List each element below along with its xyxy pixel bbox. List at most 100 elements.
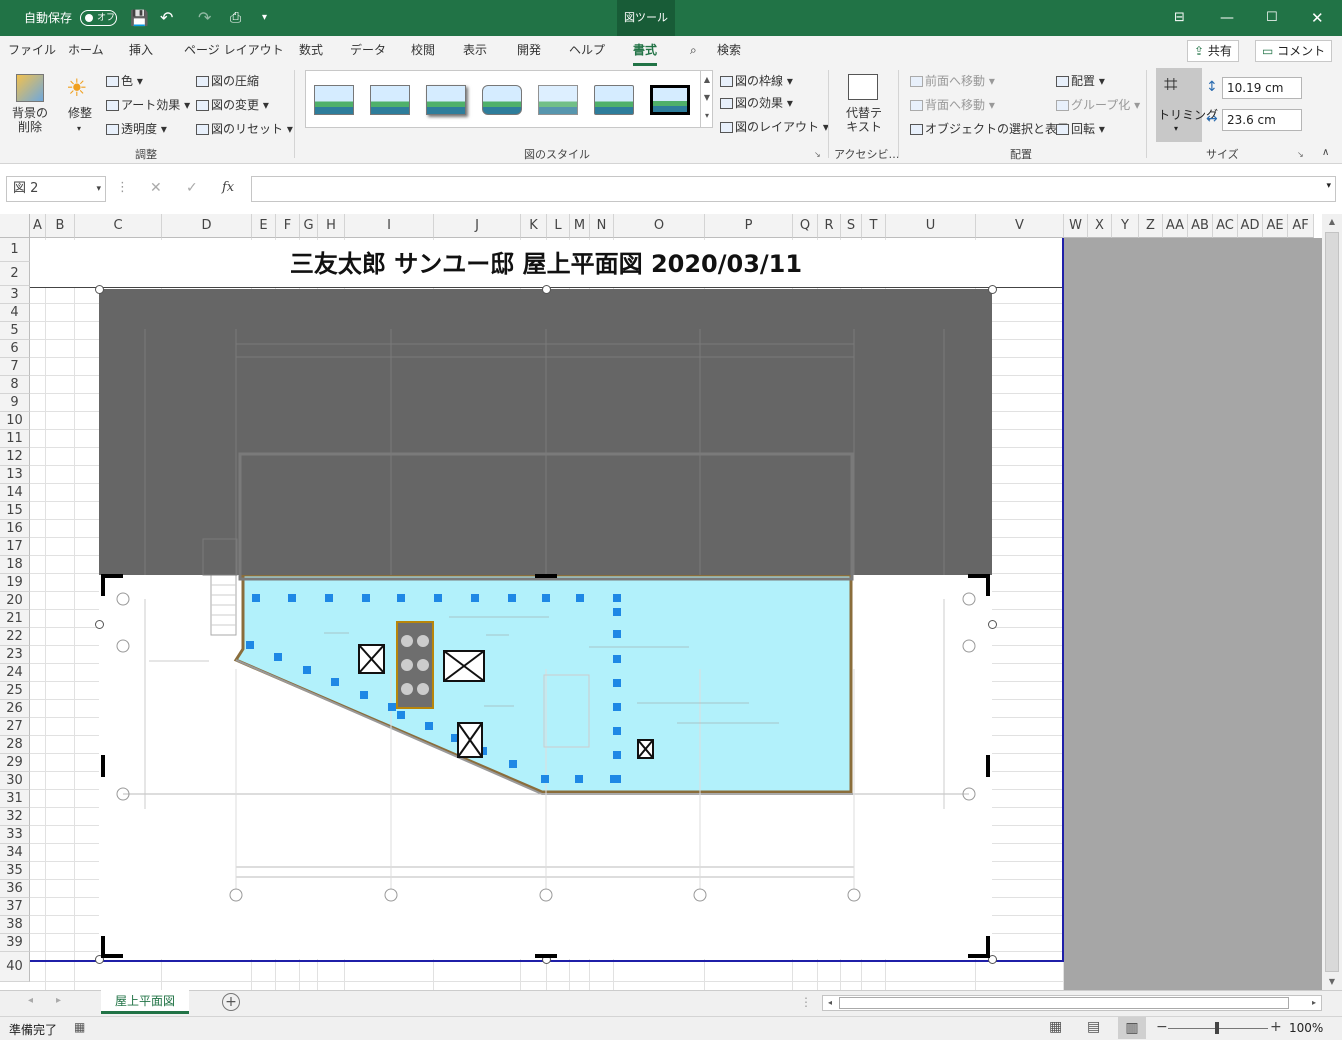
normal-view-icon[interactable]: ▦ bbox=[1049, 1019, 1062, 1035]
column-header[interactable]: B bbox=[46, 214, 75, 238]
horizontal-scrollbar[interactable]: ◂ ▸ bbox=[822, 995, 1322, 1011]
save-icon[interactable]: 💾 bbox=[130, 0, 149, 36]
column-header[interactable]: H bbox=[318, 214, 345, 238]
row-header[interactable]: 32 bbox=[0, 808, 30, 826]
column-header[interactable]: AB bbox=[1188, 214, 1213, 238]
row-header[interactable]: 26 bbox=[0, 700, 30, 718]
artistic-effects-button[interactable]: アート効果 ▾ bbox=[106, 98, 190, 112]
cancel-icon[interactable]: ✕ bbox=[150, 180, 162, 196]
minimize-icon[interactable]: — bbox=[1220, 0, 1234, 36]
row-header[interactable]: 3 bbox=[0, 286, 30, 304]
column-header[interactable]: J bbox=[434, 214, 521, 238]
style-thumbnail[interactable] bbox=[370, 85, 410, 115]
column-header[interactable]: K bbox=[521, 214, 547, 238]
tab-help[interactable]: ヘルプ bbox=[569, 36, 605, 66]
row-header[interactable]: 9 bbox=[0, 394, 30, 412]
column-header[interactable]: F bbox=[276, 214, 300, 238]
zoom-slider-thumb[interactable] bbox=[1215, 1022, 1219, 1034]
row-header[interactable]: 2 bbox=[0, 262, 30, 286]
crop-handle[interactable] bbox=[101, 936, 105, 958]
page-break-view-icon[interactable]: ▥ bbox=[1118, 1017, 1146, 1039]
resize-handle[interactable] bbox=[95, 620, 104, 629]
row-header[interactable]: 12 bbox=[0, 448, 30, 466]
row-header[interactable]: 17 bbox=[0, 538, 30, 556]
sheet-tab-rooftop-plan[interactable]: 屋上平面図 bbox=[101, 990, 189, 1014]
style-thumbnail[interactable] bbox=[314, 85, 354, 115]
formula-input[interactable]: ▾ bbox=[251, 176, 1336, 202]
change-picture-button[interactable]: 図の変更 ▾ bbox=[196, 98, 269, 112]
column-header[interactable]: Y bbox=[1112, 214, 1139, 238]
row-header[interactable]: 30 bbox=[0, 772, 30, 790]
transparency-button[interactable]: 透明度 ▾ bbox=[106, 122, 167, 136]
send-backward-button[interactable]: 背面へ移動 ▾ bbox=[910, 98, 995, 112]
crop-handle[interactable] bbox=[535, 954, 557, 958]
row-header[interactable]: 13 bbox=[0, 466, 30, 484]
scroll-up-icon[interactable]: ▲ bbox=[1322, 214, 1342, 230]
sheet-title[interactable]: 三友太郎 サンユー邸 屋上平面図 2020/03/11 bbox=[30, 240, 1062, 288]
style-thumbnail[interactable] bbox=[538, 85, 578, 115]
dialog-launcher-icon[interactable]: ↘ bbox=[814, 148, 821, 162]
dialog-launcher-icon[interactable]: ↘ bbox=[1297, 148, 1304, 162]
column-header[interactable]: N bbox=[590, 214, 614, 238]
column-header[interactable]: AF bbox=[1288, 214, 1314, 238]
style-thumbnail[interactable] bbox=[482, 85, 522, 115]
row-header[interactable]: 8 bbox=[0, 376, 30, 394]
row-header[interactable]: 23 bbox=[0, 646, 30, 664]
gallery-scroll[interactable]: ▲ ▼ ▾ bbox=[700, 71, 713, 127]
tab-home[interactable]: ホーム bbox=[68, 36, 104, 66]
crop-handle[interactable] bbox=[986, 574, 990, 596]
search-icon[interactable]: ⌕ bbox=[690, 36, 697, 66]
tab-format[interactable]: 書式 bbox=[633, 36, 658, 66]
reset-picture-button[interactable]: 図のリセット ▾ bbox=[196, 122, 293, 136]
customize-qat-icon[interactable]: ▾ bbox=[262, 0, 267, 36]
row-header[interactable]: 39 bbox=[0, 934, 30, 952]
remove-background-button[interactable]: 背景の 削除 bbox=[12, 106, 48, 134]
column-header[interactable]: I bbox=[345, 214, 434, 238]
name-box[interactable]: 図 2 ▾ bbox=[6, 176, 106, 202]
insert-function-icon[interactable]: fx bbox=[222, 180, 234, 195]
row-header[interactable]: 33 bbox=[0, 826, 30, 844]
corrections-button[interactable]: 修整 bbox=[68, 106, 92, 120]
column-header[interactable]: D bbox=[162, 214, 252, 238]
tab-review[interactable]: 校閲 bbox=[411, 36, 435, 66]
row-header[interactable]: 4 bbox=[0, 304, 30, 322]
zoom-out-icon[interactable]: − bbox=[1156, 1019, 1168, 1035]
color-button[interactable]: 色 ▾ bbox=[106, 74, 143, 88]
group-button[interactable]: グループ化 ▾ bbox=[1056, 98, 1140, 112]
share-button[interactable]: ⇪ 共有 bbox=[1187, 40, 1239, 62]
row-header[interactable]: 28 bbox=[0, 736, 30, 754]
scroll-right-icon[interactable]: ▸ bbox=[1307, 996, 1321, 1010]
row-header[interactable]: 5 bbox=[0, 322, 30, 340]
column-header[interactable]: W bbox=[1064, 214, 1088, 238]
row-header[interactable]: 22 bbox=[0, 628, 30, 646]
row-header[interactable]: 20 bbox=[0, 592, 30, 610]
crop-handle[interactable] bbox=[986, 936, 990, 958]
tab-developer[interactable]: 開発 bbox=[517, 36, 541, 66]
collapse-ribbon-icon[interactable]: ∧ bbox=[1322, 146, 1329, 160]
row-header[interactable]: 40 bbox=[0, 952, 30, 982]
scroll-left-icon[interactable]: ◂ bbox=[823, 996, 837, 1010]
vertical-scrollbar[interactable]: ▲ ▼ bbox=[1322, 214, 1342, 990]
column-header[interactable]: AA bbox=[1163, 214, 1188, 238]
column-header[interactable]: T bbox=[862, 214, 886, 238]
macro-record-icon[interactable]: ▦ bbox=[74, 1020, 85, 1034]
column-header[interactable]: A bbox=[30, 214, 46, 238]
page-layout-view-icon[interactable]: ▤ bbox=[1087, 1019, 1100, 1035]
row-header[interactable]: 19 bbox=[0, 574, 30, 592]
tab-formulas[interactable]: 数式 bbox=[299, 36, 323, 66]
column-header[interactable]: X bbox=[1088, 214, 1112, 238]
crop-handle[interactable] bbox=[101, 574, 105, 596]
picture-layout-button[interactable]: 図のレイアウト ▾ bbox=[720, 120, 829, 134]
height-field[interactable]: 10.19 cm bbox=[1222, 77, 1302, 99]
row-header[interactable]: 27 bbox=[0, 718, 30, 736]
tab-page-layout[interactable]: ページ レイアウト bbox=[184, 36, 284, 66]
row-header[interactable]: 25 bbox=[0, 682, 30, 700]
style-thumbnail[interactable] bbox=[426, 85, 466, 115]
picture-border-button[interactable]: 図の枠線 ▾ bbox=[720, 74, 793, 88]
comment-button[interactable]: ▭ コメント bbox=[1255, 40, 1333, 62]
resize-handle[interactable] bbox=[988, 285, 997, 294]
column-header[interactable]: O bbox=[614, 214, 705, 238]
column-header[interactable]: Z bbox=[1139, 214, 1163, 238]
redo-icon[interactable]: ↷ bbox=[198, 0, 211, 36]
maximize-icon[interactable]: ☐ bbox=[1266, 0, 1278, 36]
